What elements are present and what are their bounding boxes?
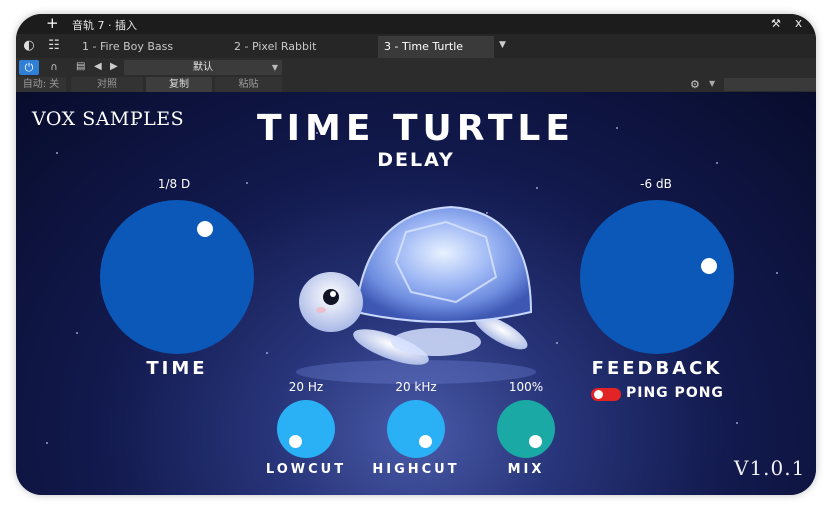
preset-name: 默认	[193, 62, 213, 73]
pingpong-toggle[interactable]	[591, 388, 621, 401]
lowcut-value: 20 Hz	[288, 380, 324, 394]
preset-list-icon[interactable]: ▤	[76, 61, 85, 72]
feedback-knob-indicator	[701, 258, 717, 274]
plugin-subtitle: DELAY	[377, 149, 455, 171]
version-label: V1.0.1	[734, 456, 806, 480]
plugin-title: TIME TURTLE	[257, 108, 575, 149]
gear-icon[interactable]: ⚙	[690, 78, 700, 91]
star	[536, 187, 538, 189]
time-knob-indicator	[197, 221, 213, 237]
plugin-window: + 音轨 7 · 插入 ⚒ x ◐ ☷ 1 - Fire Boy Bass En…	[16, 14, 816, 495]
star	[556, 342, 558, 344]
routing-icon[interactable]: ☷	[45, 37, 63, 55]
power-button[interactable]: ⏻	[19, 60, 39, 75]
feedback-knob[interactable]	[580, 200, 734, 354]
lowcut-knob-indicator	[289, 435, 302, 448]
compare-button[interactable]: 对照	[71, 77, 143, 92]
lowcut-knob[interactable]	[277, 400, 335, 458]
star	[266, 352, 268, 354]
prev-preset-icon[interactable]: ◀	[94, 61, 102, 72]
turtle-illustration	[296, 205, 536, 384]
add-insert-button[interactable]: +	[46, 15, 59, 32]
next-preset-icon[interactable]: ▶	[110, 61, 118, 72]
highcut-value: 20 kHz	[395, 380, 437, 394]
tab-time-turtle[interactable]: 3 - Time Turtle Delay	[378, 36, 494, 75]
highcut-knob[interactable]	[387, 400, 445, 458]
highcut-label: HIGHCUT	[372, 462, 460, 477]
window-title: 音轨 7 · 插入	[72, 19, 137, 32]
settings-field	[724, 78, 816, 91]
title-bar: + 音轨 7 · 插入 ⚒ x	[16, 14, 816, 34]
paste-button[interactable]: 粘贴	[215, 77, 282, 92]
copy-button[interactable]: 复制	[146, 77, 212, 92]
tab-pixel-rabbit[interactable]: 2 - Pixel Rabbit Bitcrusher	[228, 36, 376, 75]
highcut-knob-indicator	[419, 435, 432, 448]
mix-value: 100%	[508, 380, 544, 394]
feedback-value: -6 dB	[640, 177, 672, 191]
tabs-dropdown-icon[interactable]: ▼	[499, 40, 506, 50]
headphone-icon[interactable]: ∩	[44, 60, 64, 75]
time-knob[interactable]	[100, 200, 254, 354]
plugin-panel: VOX SAMPLES TIME TURTLE DELAY 1/8 D TIME…	[16, 92, 816, 495]
plugin-toolbar: ⏻ ∩ ▤ ◀ ▶ 默认 ▼ 自动: 关 对照 复制 粘贴 ⚙ ▼	[16, 58, 816, 92]
plugin-tab-bar: ◐ ☷ 1 - Fire Boy Bass Enhancer 2 - Pixel…	[16, 34, 816, 75]
settings-dropdown-icon[interactable]: ▼	[709, 79, 715, 88]
auto-status[interactable]: 自动: 关	[16, 77, 66, 92]
preset-select[interactable]: 默认 ▼	[124, 60, 282, 75]
pin-icon[interactable]: ⚒	[771, 17, 781, 30]
tab-fire-boy[interactable]: 1 - Fire Boy Bass Enhancer	[76, 36, 226, 75]
mix-knob-indicator	[529, 435, 542, 448]
chevron-down-icon: ▼	[271, 63, 278, 72]
bypass-icon[interactable]: ◐	[20, 37, 38, 55]
time-label: TIME	[146, 358, 208, 379]
mix-knob[interactable]	[497, 400, 555, 458]
star	[736, 422, 738, 424]
lowcut-label: LOWCUT	[265, 462, 347, 477]
pingpong-label: PING PONG	[626, 385, 724, 401]
toggle-knob	[594, 390, 603, 399]
star	[76, 332, 78, 334]
star	[776, 272, 778, 274]
close-button[interactable]: x	[795, 16, 802, 30]
star	[46, 442, 48, 444]
feedback-label: FEEDBACK	[591, 358, 723, 379]
star	[246, 182, 248, 184]
time-value: 1/8 D	[157, 177, 191, 191]
mix-label: MIX	[507, 462, 545, 477]
